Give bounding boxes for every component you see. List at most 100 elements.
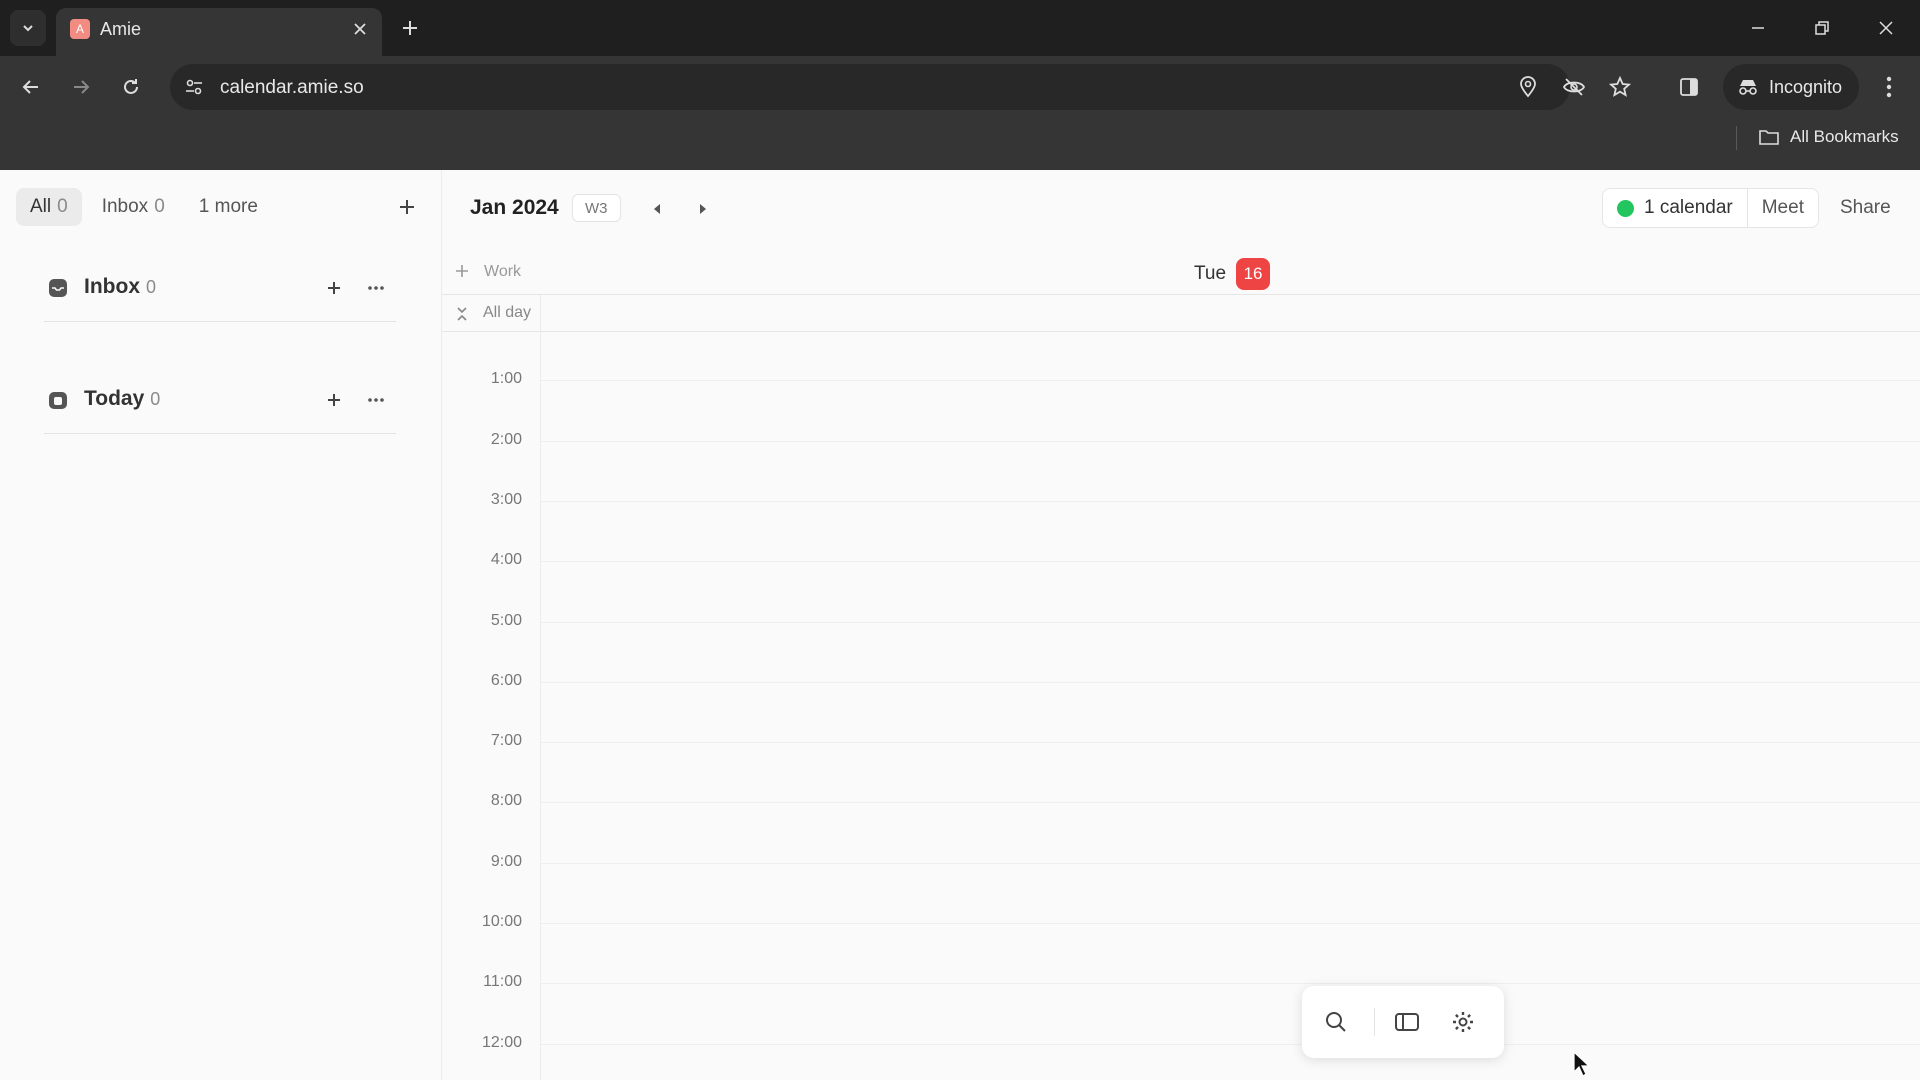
side-panel-icon — [1680, 78, 1698, 96]
sidebar-icon — [1395, 1013, 1419, 1031]
hour-gridline — [541, 561, 1920, 563]
section-today[interactable]: Today 0 — [44, 374, 396, 434]
reload-button[interactable] — [114, 70, 148, 104]
all-day-row[interactable]: All day — [442, 294, 1920, 333]
hour-gridline — [541, 802, 1920, 804]
filter-tab-more[interactable]: 1 more — [185, 188, 272, 226]
month-label[interactable]: Jan 2024 — [470, 196, 559, 220]
location-pin-icon — [1520, 76, 1536, 98]
incognito-indicator[interactable]: Incognito — [1723, 64, 1859, 110]
plus-icon — [400, 200, 414, 214]
plus-icon — [328, 282, 340, 294]
tab-search-button[interactable] — [10, 10, 46, 46]
hour-label: 8:00 — [490, 792, 522, 810]
add-work-button[interactable] — [452, 261, 472, 281]
location-button[interactable] — [1516, 75, 1540, 99]
all-day-label: All day — [483, 304, 532, 321]
tab-title: Amie — [100, 19, 142, 39]
filter-tab-label: All — [30, 196, 52, 217]
hour-row[interactable]: 11:00 — [442, 973, 1920, 1043]
incognito-label: Incognito — [1769, 76, 1843, 97]
hour-row[interactable]: 6:00 — [442, 672, 1920, 742]
star-icon — [1609, 76, 1631, 97]
amie-favicon: A — [70, 19, 90, 39]
amie-app: All 0 Inbox 0 1 more Inbox 0 Today 0 Jan… — [0, 170, 1920, 1080]
share-button[interactable]: Share — [1826, 188, 1905, 228]
plus-icon — [403, 21, 417, 35]
toggle-sidebar-button[interactable] — [1391, 1006, 1423, 1038]
add-list-button[interactable] — [392, 192, 422, 222]
more-horizontal-icon — [368, 286, 384, 290]
tab-close-button[interactable] — [350, 19, 370, 39]
day-name: Tue — [1194, 263, 1227, 284]
filter-tab-all[interactable]: All 0 — [16, 188, 82, 226]
new-tab-button[interactable] — [396, 14, 424, 42]
meet-button[interactable]: Meet — [1748, 189, 1818, 227]
hour-row[interactable]: 12:00 — [442, 1034, 1920, 1080]
arrow-right-icon — [74, 80, 90, 94]
settings-button[interactable] — [1447, 1006, 1479, 1038]
hour-gridline — [541, 923, 1920, 924]
hour-row[interactable]: 7:00 — [442, 732, 1920, 802]
plus-icon — [328, 394, 340, 406]
filter-tabs: All 0 Inbox 0 1 more — [16, 188, 272, 226]
minimize-button[interactable] — [1742, 12, 1774, 44]
site-info-button[interactable] — [182, 75, 206, 99]
back-button[interactable] — [14, 70, 48, 104]
bookmarks-divider — [1736, 126, 1737, 150]
previous-week-button[interactable] — [644, 196, 670, 222]
calendars-label: 1 calendar — [1644, 197, 1733, 218]
plus-icon — [456, 265, 468, 277]
filter-tab-count: 0 — [154, 196, 165, 217]
today-add-button[interactable] — [320, 386, 348, 414]
close-window-button[interactable] — [1870, 12, 1902, 44]
inbox-more-button[interactable] — [362, 274, 390, 302]
close-icon — [1879, 21, 1893, 35]
calendar-main: Jan 2024 W3 1 calendar Meet Share Work T… — [442, 170, 1920, 1080]
today-more-button[interactable] — [362, 386, 390, 414]
filter-tab-label: 1 more — [198, 196, 258, 217]
hour-row[interactable]: 9:00 — [442, 853, 1920, 923]
chevron-down-icon — [23, 25, 33, 32]
bottom-toolbar — [1302, 986, 1504, 1058]
all-bookmarks-button[interactable]: All Bookmarks — [1758, 120, 1899, 154]
section-inbox[interactable]: Inbox 0 — [44, 262, 396, 322]
browser-menu-button[interactable] — [1872, 70, 1906, 104]
arrow-left-icon — [22, 80, 38, 94]
hour-gridline — [541, 681, 1920, 683]
hour-row[interactable]: 8:00 — [442, 792, 1920, 862]
next-week-button[interactable] — [690, 196, 716, 222]
hour-label: 7:00 — [490, 732, 522, 750]
filter-tab-inbox[interactable]: Inbox 0 — [88, 188, 179, 226]
hour-label: 1:00 — [490, 370, 522, 388]
hour-label: 3:00 — [490, 490, 522, 508]
tracking-protection-button[interactable] — [1562, 75, 1586, 99]
hour-row[interactable]: 4:00 — [442, 551, 1920, 621]
hour-row[interactable]: 1:00 — [442, 370, 1920, 440]
hour-row[interactable]: 2:00 — [442, 431, 1920, 501]
hour-label: 10:00 — [481, 913, 522, 930]
hour-gridline — [541, 862, 1920, 864]
side-panel-button[interactable] — [1672, 70, 1706, 104]
filter-tab-label: Inbox — [101, 196, 149, 217]
day-header[interactable]: Tue 16 — [1194, 258, 1271, 290]
hour-label: 5:00 — [490, 611, 522, 629]
bookmark-star-button[interactable] — [1608, 75, 1632, 99]
hour-label: 2:00 — [490, 430, 522, 448]
search-button[interactable] — [1320, 1006, 1352, 1038]
filter-tab-count: 0 — [57, 196, 68, 217]
forward-button[interactable] — [64, 70, 98, 104]
restore-button[interactable] — [1806, 12, 1838, 44]
calendar-actions: 1 calendar Meet — [1602, 188, 1819, 228]
hour-row[interactable]: 10:00 — [442, 913, 1920, 983]
hour-gridline — [541, 380, 1920, 382]
browser-tab[interactable]: A Amie — [56, 8, 382, 56]
hour-row[interactable]: 3:00 — [442, 491, 1920, 561]
address-bar[interactable]: calendar.amie.so — [170, 64, 1631, 110]
hour-row[interactable]: 5:00 — [442, 612, 1920, 682]
time-grid[interactable]: 1:00 2:00 3:00 4:00 5:00 6:00 7:00 8:00 9:00 10:0… — [442, 332, 1920, 1080]
calendars-button[interactable]: 1 calendar — [1603, 189, 1748, 227]
inbox-add-button[interactable] — [320, 274, 348, 302]
collapse-icon[interactable] — [452, 304, 472, 324]
all-day-divider — [540, 295, 541, 333]
